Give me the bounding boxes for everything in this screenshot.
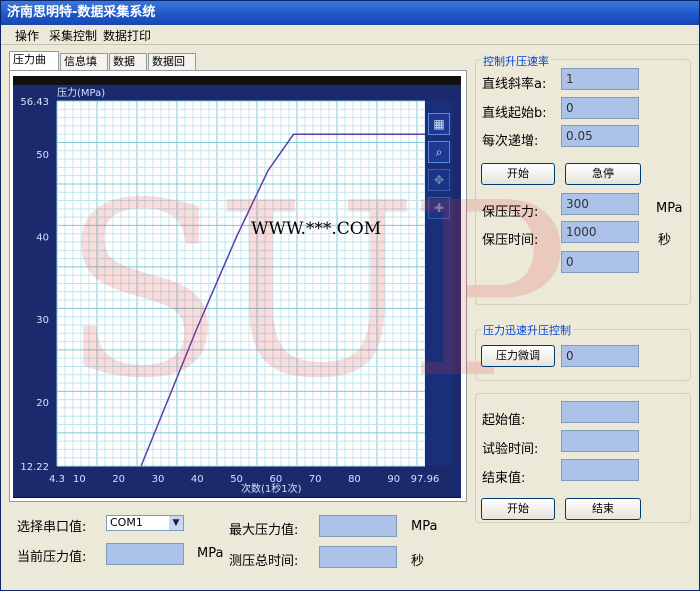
x-tick-label: 90	[387, 474, 400, 485]
emergency-stop-button[interactable]: 急停	[565, 163, 641, 185]
app-window: 济南思明特-数据采集系统 操作 采集控制 数据打印 压力曲线 信息填写 数据库 …	[0, 0, 700, 591]
y-tick-label: 30	[36, 315, 49, 326]
y-tick-label: 12.22	[20, 462, 49, 473]
end-value-field	[561, 459, 639, 481]
end-value-label: 结束值:	[482, 471, 526, 486]
x-tick-label: 20	[112, 474, 125, 485]
chevron-down-icon[interactable]: ▼	[169, 516, 183, 530]
current-pressure-field	[106, 543, 184, 565]
x-tick-label: 70	[309, 474, 322, 485]
watermark-url: WWW.***.COM	[251, 219, 382, 239]
x-tick-label: 80	[348, 474, 361, 485]
x-tick-label: 30	[152, 474, 165, 485]
y-axis-title: 压力(MPa)	[57, 86, 105, 99]
test-end-button[interactable]: 结束	[565, 498, 641, 520]
grid-icon[interactable]: ▦	[428, 113, 450, 135]
x-tick-label: 50	[230, 474, 243, 485]
cursor-icon[interactable]: ✚	[428, 197, 450, 219]
step-field[interactable]: 0.05	[561, 125, 639, 147]
test-time-field	[561, 430, 639, 452]
current-pressure-unit: MPa	[197, 546, 224, 561]
total-time-unit: 秒	[411, 554, 425, 569]
hold-time-field[interactable]: 1000	[561, 221, 639, 243]
total-time-label: 测压总时间:	[229, 554, 299, 569]
y-tick-label: 20	[36, 398, 49, 409]
hold-pressure-field[interactable]: 300	[561, 193, 639, 215]
intercept-field[interactable]: 0	[561, 97, 639, 119]
x-tick-label: 40	[191, 474, 204, 485]
x-tick-label: 60	[269, 474, 282, 485]
rate-control-title: 控制升压速率	[481, 53, 551, 69]
max-pressure-label: 最大压力值:	[229, 523, 299, 538]
x-tick-label: 10	[73, 474, 86, 485]
serial-port-value: COM1	[110, 516, 143, 529]
hold-time-unit: 秒	[658, 233, 672, 248]
max-pressure-unit: MPa	[411, 519, 438, 534]
max-pressure-field	[319, 515, 397, 537]
fine-tune-field[interactable]: 0	[561, 345, 639, 367]
fast-control-title: 压力迅速升压控制	[481, 322, 573, 338]
y-tick-label: 40	[36, 233, 49, 244]
y-tick-label: 50	[36, 150, 49, 161]
intercept-label: 直线起始b:	[482, 106, 547, 121]
x-tick-label: 4.3	[49, 474, 65, 485]
test-time-label: 试验时间:	[482, 442, 539, 457]
serial-port-label: 选择串口值:	[17, 520, 87, 535]
test-start-button[interactable]: 开始	[481, 498, 555, 520]
extra-value-field[interactable]: 0	[561, 251, 639, 273]
rate-start-button[interactable]: 开始	[481, 163, 555, 185]
pan-icon[interactable]: ✥	[428, 169, 450, 191]
y-tick-label: 56.43	[20, 97, 49, 108]
slope-label: 直线斜率a:	[482, 77, 547, 92]
start-value-field	[561, 401, 639, 423]
fine-tune-button[interactable]: 压力微调	[481, 345, 555, 367]
plot-toolbar: ▦ ⌕ ✥ ✚	[425, 101, 453, 466]
x-tick-label: 97.96	[411, 474, 440, 485]
hold-pressure-label: 保压压力:	[482, 205, 539, 220]
start-value-label: 起始值:	[482, 413, 526, 428]
serial-port-select[interactable]: COM1 ▼	[106, 515, 184, 531]
hold-time-label: 保压时间:	[482, 233, 539, 248]
step-label: 每次递增:	[482, 134, 539, 149]
total-time-field	[319, 546, 397, 568]
current-pressure-label: 当前压力值:	[17, 550, 87, 565]
zoom-icon[interactable]: ⌕	[428, 141, 450, 163]
slope-field[interactable]: 1	[561, 68, 639, 90]
hold-pressure-unit: MPa	[656, 201, 683, 216]
